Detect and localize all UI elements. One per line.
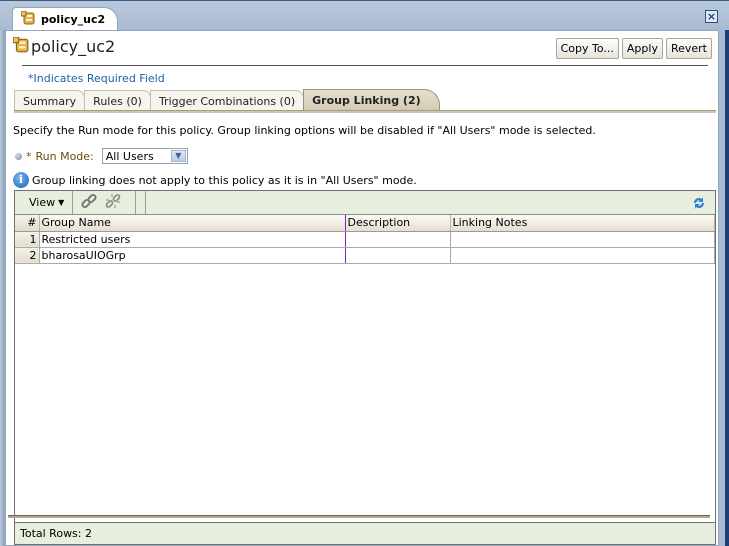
refresh-icon[interactable] bbox=[691, 195, 707, 211]
page-header: policy_uc2 bbox=[12, 36, 116, 56]
description-cell[interactable] bbox=[345, 231, 451, 248]
toolbar-separator bbox=[136, 191, 146, 214]
info-message: i Group linking does not apply to this p… bbox=[13, 172, 417, 188]
column-header-linking-notes[interactable]: Linking Notes bbox=[450, 215, 715, 232]
unlink-icon[interactable] bbox=[105, 193, 121, 212]
group-linking-table: View ▼ # Group Name Description Linking … bbox=[14, 190, 716, 545]
required-marker: * bbox=[26, 149, 32, 163]
copy-to-button[interactable]: Copy To... bbox=[555, 38, 619, 59]
revert-button[interactable]: Revert bbox=[665, 38, 712, 59]
run-mode-row: * Run Mode: All Users ▼ bbox=[15, 148, 188, 164]
caret-down-icon: ▼ bbox=[58, 198, 65, 207]
group-name-cell[interactable]: bharosaUIOGrp bbox=[39, 247, 346, 264]
help-dot-icon bbox=[15, 152, 22, 160]
run-mode-label: Run Mode: bbox=[35, 149, 94, 163]
apply-button[interactable]: Apply bbox=[621, 38, 663, 59]
column-header-number[interactable]: # bbox=[15, 215, 40, 232]
document-tab[interactable]: policy_uc2 bbox=[12, 7, 118, 31]
tab-trigger-combinations[interactable]: Trigger Combinations (0) bbox=[149, 90, 305, 111]
tab-rules[interactable]: Rules (0) bbox=[84, 90, 151, 111]
description-cell[interactable] bbox=[345, 247, 451, 264]
linking-notes-cell[interactable] bbox=[450, 247, 715, 264]
linking-notes-cell[interactable] bbox=[450, 231, 715, 248]
header-actions: Copy To... Apply Revert bbox=[555, 38, 712, 59]
link-icon[interactable] bbox=[81, 193, 97, 212]
bottom-divider bbox=[8, 515, 710, 518]
total-rows: Total Rows: 2 bbox=[20, 527, 92, 540]
info-message-text: Group linking does not apply to this pol… bbox=[32, 173, 417, 187]
tab-summary[interactable]: Summary bbox=[14, 90, 86, 111]
close-icon[interactable]: × bbox=[705, 10, 718, 23]
header-divider bbox=[22, 65, 708, 66]
view-menu-label: View bbox=[29, 196, 56, 209]
link-actions bbox=[73, 191, 136, 214]
page-title: policy_uc2 bbox=[31, 37, 116, 56]
tab-bar: Summary Rules (0) Trigger Combinations (… bbox=[14, 89, 440, 111]
row-number: 1 bbox=[15, 231, 40, 248]
tab-group-linking[interactable]: Group Linking (2) bbox=[303, 89, 440, 111]
group-grid: # Group Name Description Linking Notes 1… bbox=[15, 215, 715, 264]
table-footer: Total Rows: 2 bbox=[15, 522, 715, 544]
table-row[interactable]: 2 bharosaUIOGrp bbox=[15, 247, 715, 264]
group-name-cell[interactable]: Restricted users bbox=[39, 231, 346, 248]
tab-underline bbox=[14, 110, 716, 113]
column-header-description[interactable]: Description bbox=[345, 215, 451, 232]
table-toolbar: View ▼ bbox=[15, 191, 715, 215]
run-mode-select[interactable]: All Users ▼ bbox=[101, 148, 188, 164]
policy-database-icon bbox=[20, 10, 35, 28]
right-edge bbox=[725, 30, 729, 546]
required-field-note: *Indicates Required Field bbox=[28, 72, 165, 85]
view-menu-button[interactable]: View ▼ bbox=[15, 191, 73, 214]
table-header-row: # Group Name Description Linking Notes bbox=[15, 215, 715, 232]
column-header-group-name[interactable]: Group Name bbox=[39, 215, 346, 232]
row-number: 2 bbox=[15, 247, 40, 264]
table-row[interactable]: 1 Restricted users bbox=[15, 231, 715, 248]
run-mode-description: Specify the Run mode for this policy. Gr… bbox=[13, 124, 596, 137]
policy-panel: policy_uc2 Copy To... Apply Revert *Indi… bbox=[5, 30, 719, 546]
document-tab-title: policy_uc2 bbox=[41, 13, 106, 26]
info-icon: i bbox=[13, 172, 29, 188]
chevron-down-icon[interactable]: ▼ bbox=[170, 150, 186, 162]
policy-database-icon bbox=[12, 36, 29, 56]
run-mode-value: All Users bbox=[105, 149, 154, 163]
